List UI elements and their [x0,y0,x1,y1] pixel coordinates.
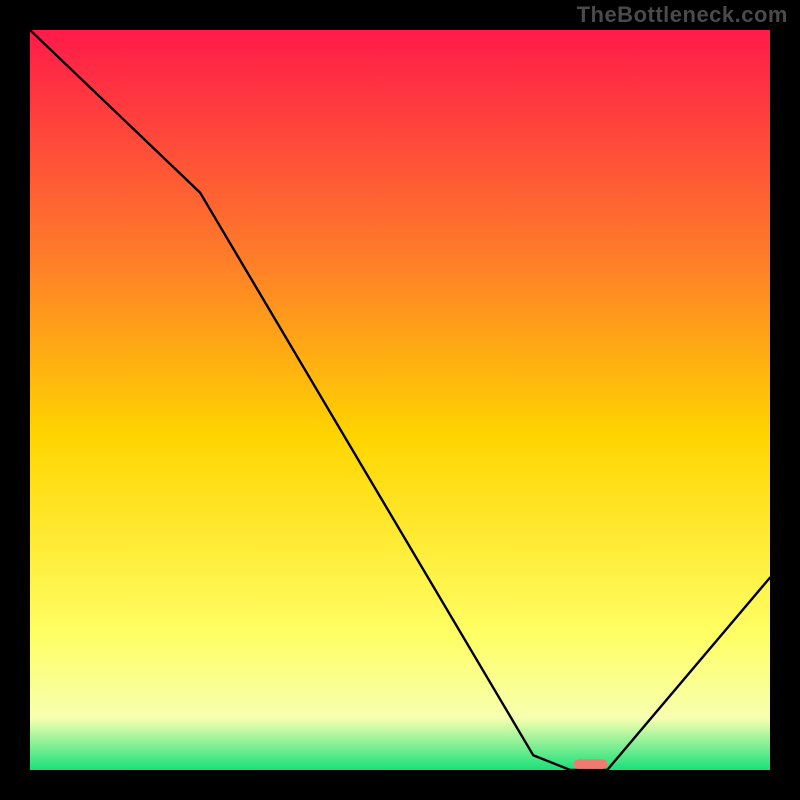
optimal-marker [574,759,607,769]
watermark-text: TheBottleneck.com [577,2,788,28]
plot-svg [30,30,770,770]
plot-area [30,30,770,770]
chart-frame: TheBottleneck.com [0,0,800,800]
gradient-backdrop [30,30,770,770]
